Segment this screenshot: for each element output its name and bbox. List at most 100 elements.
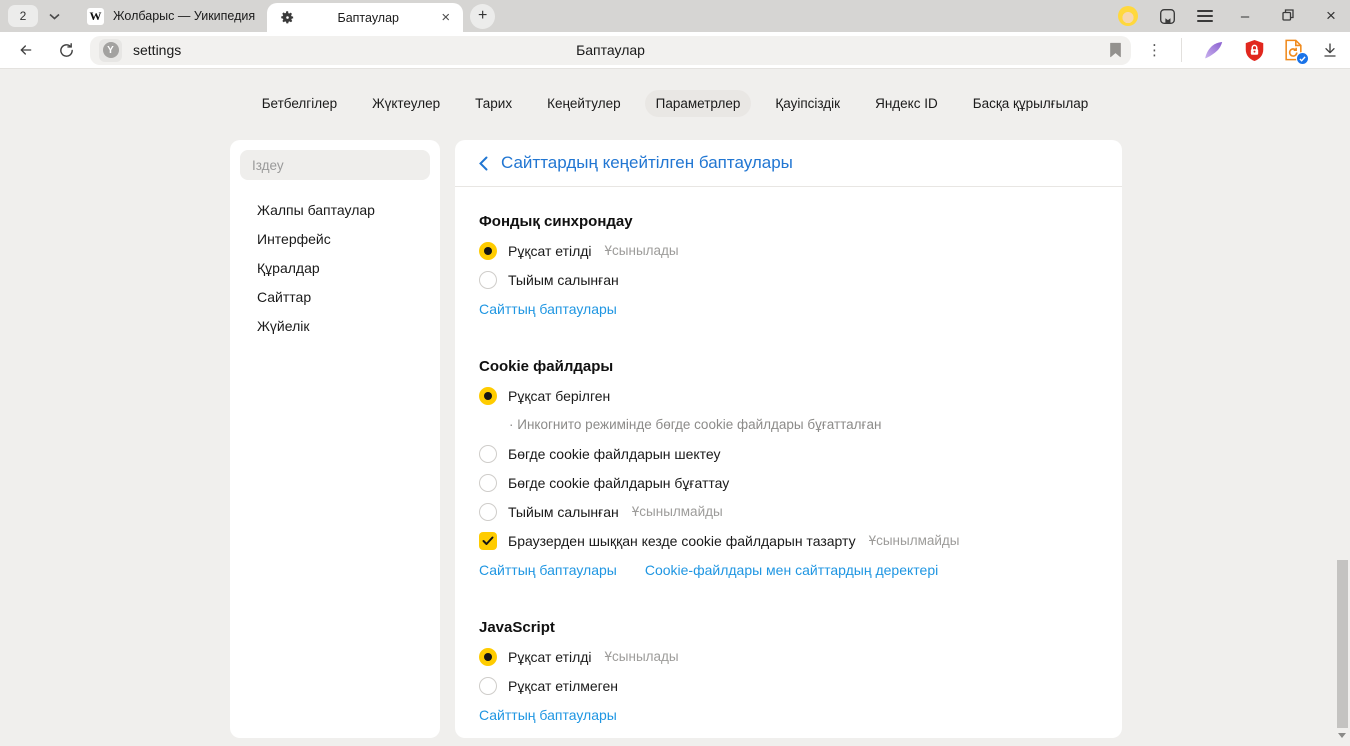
gear-icon bbox=[280, 10, 295, 25]
radio-checked-icon[interactable] bbox=[479, 387, 497, 405]
content-body: Фондық синхрондау Рұқсат етілді Ұсынылад… bbox=[455, 187, 1122, 729]
cookies-data-link[interactable]: Cookie-файлдары мен сайттардың деректері bbox=[645, 562, 938, 578]
radio-unchecked-icon[interactable] bbox=[479, 677, 497, 695]
back-arrow-icon bbox=[17, 42, 35, 58]
verified-badge-icon bbox=[1296, 52, 1309, 65]
radio-option[interactable]: Тыйым салынған bbox=[479, 265, 1098, 294]
checkbox-checked-icon[interactable] bbox=[479, 532, 497, 550]
restore-icon bbox=[1282, 9, 1294, 21]
tab-settings[interactable]: Баптаулар × bbox=[267, 3, 463, 32]
option-note: · Инкогнито режимінде бөгде cookie файлд… bbox=[479, 410, 1098, 439]
feather-extension-button[interactable] bbox=[1201, 40, 1225, 61]
scrollbar-thumb[interactable] bbox=[1337, 560, 1348, 728]
scrollbar-down-arrow[interactable] bbox=[1338, 733, 1346, 742]
sidebar-item-interface[interactable]: Интерфейс bbox=[230, 224, 440, 253]
address-toolbar: Y settings Баптаулар ⋮ bbox=[0, 32, 1350, 69]
wikipedia-favicon: W bbox=[87, 8, 104, 25]
tab-list-chevron-button[interactable] bbox=[41, 5, 67, 27]
url-text[interactable]: settings bbox=[133, 42, 181, 58]
nav-tab-history[interactable]: Тарих bbox=[464, 90, 523, 117]
radio-unchecked-icon[interactable] bbox=[479, 445, 497, 463]
option-label: Бөгде cookie файлдарын шектеу bbox=[508, 446, 721, 462]
sidebar-item-sites[interactable]: Сайттар bbox=[230, 282, 440, 311]
close-tab-icon[interactable]: × bbox=[441, 10, 450, 25]
radio-option[interactable]: Бөгде cookie файлдарын бұғаттау bbox=[479, 468, 1098, 497]
nav-tab-security[interactable]: Қауіпсіздік bbox=[764, 90, 851, 117]
bookmark-icon bbox=[1109, 42, 1122, 58]
radio-option[interactable]: Рұқсат етілді Ұсынылады bbox=[479, 642, 1098, 671]
sidebar-item-system[interactable]: Жүйелік bbox=[230, 311, 440, 340]
document-extension-button[interactable] bbox=[1284, 39, 1303, 61]
settings-content: Сайттардың кеңейтілген баптаулары Фондық… bbox=[455, 140, 1122, 738]
radio-unchecked-icon[interactable] bbox=[479, 474, 497, 492]
back-chevron-icon[interactable] bbox=[479, 156, 488, 171]
nav-tab-other-devices[interactable]: Басқа құрылғылар bbox=[962, 90, 1100, 117]
settings-nav: Бетбелгілер Жүктеулер Тарих Кеңейтулер П… bbox=[0, 88, 1350, 118]
option-hint: Ұсынылмайды bbox=[869, 533, 960, 548]
profile-avatar[interactable] bbox=[1118, 6, 1138, 26]
back-button[interactable] bbox=[12, 42, 40, 58]
address-bar[interactable]: Y settings Баптаулар bbox=[90, 36, 1131, 65]
site-settings-link[interactable]: Сайттың баптаулары bbox=[479, 562, 617, 578]
tab-wikipedia[interactable]: W Жолбарыс — Уикипедия bbox=[75, 0, 267, 32]
nav-tab-bookmarks[interactable]: Бетбелгілер bbox=[251, 90, 348, 117]
site-info-button[interactable]: Y bbox=[99, 39, 122, 62]
adblock-extension-button[interactable] bbox=[1244, 39, 1265, 62]
sidebar-item-tools[interactable]: Құралдар bbox=[230, 253, 440, 282]
option-label: Рұқсат етілді bbox=[508, 649, 592, 665]
radio-unchecked-icon[interactable] bbox=[479, 271, 497, 289]
option-label: Бөгде cookie файлдарын бұғаттау bbox=[508, 475, 729, 491]
radio-option[interactable]: Рұқсат етілмеген bbox=[479, 671, 1098, 700]
settings-sidebar: Жалпы баптаулар Интерфейс Құралдар Сайтт… bbox=[230, 140, 440, 738]
radio-checked-icon[interactable] bbox=[479, 242, 497, 260]
reload-icon bbox=[58, 42, 75, 59]
yandex-browser-icon: Y bbox=[103, 42, 119, 58]
chevron-down-icon bbox=[49, 13, 60, 20]
feather-icon bbox=[1201, 40, 1225, 61]
option-label: Тыйым салынған bbox=[508, 504, 619, 520]
sidebar-panel-icon[interactable] bbox=[1159, 8, 1176, 25]
content-header[interactable]: Сайттардың кеңейтілген баптаулары bbox=[455, 140, 1122, 187]
new-tab-button[interactable]: + bbox=[470, 4, 495, 29]
option-label: Тыйым салынған bbox=[508, 272, 619, 288]
site-settings-link[interactable]: Сайттың баптаулары bbox=[479, 707, 617, 723]
option-hint: Ұсынылады bbox=[605, 243, 679, 258]
tab-counter-button[interactable]: 2 bbox=[8, 5, 38, 27]
shield-lock-icon bbox=[1244, 39, 1265, 62]
option-label: Рұқсат етілді bbox=[508, 243, 592, 259]
section-gap bbox=[479, 584, 1098, 613]
maximize-button[interactable] bbox=[1277, 8, 1299, 25]
radio-option[interactable]: Бөгде cookie файлдарын шектеу bbox=[479, 439, 1098, 468]
tab-title: Жолбарыс — Уикипедия bbox=[113, 9, 255, 23]
search-input[interactable] bbox=[240, 150, 430, 180]
option-label: Рұқсат етілмеген bbox=[508, 678, 618, 694]
tab-bar: 2 W Жолбарыс — Уикипедия Баптаулар × + –… bbox=[0, 0, 1350, 32]
downloads-button[interactable] bbox=[1322, 41, 1338, 59]
radio-option[interactable]: Тыйым салынған Ұсынылмайды bbox=[479, 497, 1098, 526]
extensions-menu-button[interactable]: ⋮ bbox=[1147, 41, 1162, 59]
browser-window: 2 W Жолбарыс — Уикипедия Баптаулар × + –… bbox=[0, 0, 1350, 746]
nav-tab-downloads[interactable]: Жүктеулер bbox=[361, 90, 451, 117]
sidebar-items: Жалпы баптаулар Интерфейс Құралдар Сайтт… bbox=[230, 195, 440, 340]
bookmark-button[interactable] bbox=[1109, 42, 1122, 58]
section-title-cookies: Cookie файлдары bbox=[479, 352, 1098, 381]
section-gap bbox=[479, 323, 1098, 352]
close-window-button[interactable]: × bbox=[1320, 6, 1342, 26]
site-settings-link[interactable]: Сайттың баптаулары bbox=[479, 301, 617, 317]
option-hint: Ұсынылмайды bbox=[632, 504, 723, 519]
reload-button[interactable] bbox=[52, 42, 80, 59]
radio-unchecked-icon[interactable] bbox=[479, 503, 497, 521]
sidebar-item-general[interactable]: Жалпы баптаулар bbox=[230, 195, 440, 224]
section-title-background-sync: Фондық синхрондау bbox=[479, 207, 1098, 236]
radio-checked-icon[interactable] bbox=[479, 648, 497, 666]
nav-tab-extensions[interactable]: Кеңейтулер bbox=[536, 90, 632, 117]
nav-tab-yandex-id[interactable]: Яндекс ID bbox=[864, 90, 949, 117]
toolbar-right-cluster: ⋮ bbox=[1147, 38, 1338, 62]
nav-tab-settings[interactable]: Параметрлер bbox=[645, 90, 752, 117]
radio-option[interactable]: Рұқсат етілді Ұсынылады bbox=[479, 236, 1098, 265]
radio-option[interactable]: Рұқсат берілген bbox=[479, 381, 1098, 410]
menu-icon[interactable] bbox=[1197, 10, 1213, 22]
tabbar-right-cluster: – × bbox=[1118, 6, 1342, 26]
checkbox-option[interactable]: Браузерден шыққан кезде cookie файлдарын… bbox=[479, 526, 1098, 555]
minimize-button[interactable]: – bbox=[1234, 8, 1256, 25]
